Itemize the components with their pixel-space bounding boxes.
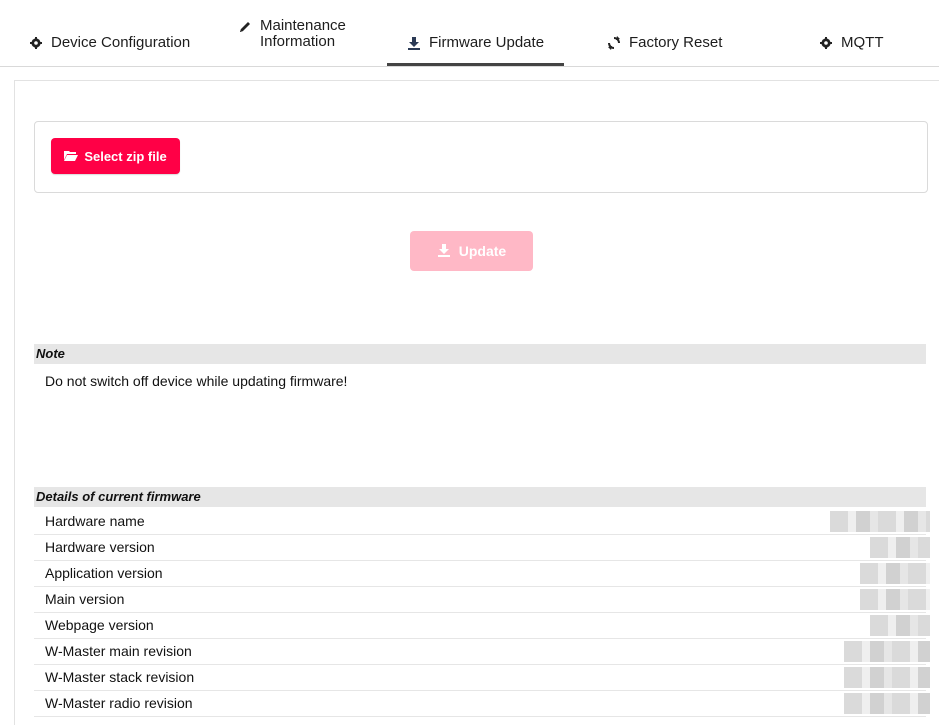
update-label: Update (458, 243, 507, 259)
row-label: Main version (45, 591, 125, 607)
table-row: Webpage version (34, 613, 930, 639)
redacted-value (860, 589, 930, 610)
update-button[interactable]: Update (410, 231, 533, 271)
refresh-icon (607, 35, 621, 50)
row-label: W-Master stack revision (45, 669, 195, 685)
row-label: Application version (45, 565, 163, 581)
table-row: Hardware name (34, 509, 930, 535)
gear-icon (819, 36, 833, 50)
table-row: W-Master main revision (34, 639, 930, 665)
tab-label: Device Configuration (51, 34, 191, 51)
gear-icon (29, 36, 43, 50)
redacted-value (830, 511, 930, 532)
tab-mqtt[interactable]: MQTT (819, 34, 884, 51)
redacted-value (870, 615, 930, 636)
redacted-value (844, 667, 930, 688)
download-icon (407, 36, 421, 50)
table-row: W-Master radio revision (34, 691, 930, 717)
row-label: Hardware name (45, 513, 145, 529)
tab-maintenance-information[interactable]: Maintenance Information (238, 18, 346, 50)
note-text: Do not switch off device while updating … (45, 373, 348, 389)
row-label: W-Master main revision (45, 643, 192, 659)
tab-label: MQTT (841, 34, 884, 51)
firmware-details-table: Hardware name Hardware version Applicati… (34, 509, 930, 717)
redacted-value (860, 563, 930, 584)
table-row: Main version (34, 587, 930, 613)
row-label: W-Master radio revision (45, 695, 193, 711)
table-row: Hardware version (34, 535, 930, 561)
folder-open-icon (64, 149, 79, 164)
row-label: Webpage version (45, 617, 154, 633)
redacted-value (844, 641, 930, 662)
redacted-value (844, 693, 930, 714)
redacted-value (870, 537, 930, 558)
tab-label: Firmware Update (429, 34, 545, 51)
tab-label: Factory Reset (629, 34, 723, 51)
select-zip-file-label: Select zip file (84, 148, 167, 164)
details-heading: Details of current firmware (34, 487, 926, 507)
tab-label-line2: Information (260, 33, 336, 50)
tab-device-configuration[interactable]: Device Configuration (29, 34, 190, 51)
table-row: Application version (34, 561, 930, 587)
tab-factory-reset[interactable]: Factory Reset (607, 34, 722, 51)
tab-bar: Device Configuration Maintenance Informa… (0, 0, 939, 67)
tab-firmware-update[interactable]: Firmware Update (386, 34, 565, 66)
note-heading: Note (34, 344, 926, 364)
select-zip-file-button[interactable]: Select zip file (51, 138, 180, 174)
download-icon (437, 243, 451, 260)
table-row: W-Master stack revision (34, 665, 930, 691)
row-label: Hardware version (45, 539, 155, 555)
pencil-icon (238, 20, 252, 34)
tab-label-line1: Maintenance (260, 17, 346, 34)
